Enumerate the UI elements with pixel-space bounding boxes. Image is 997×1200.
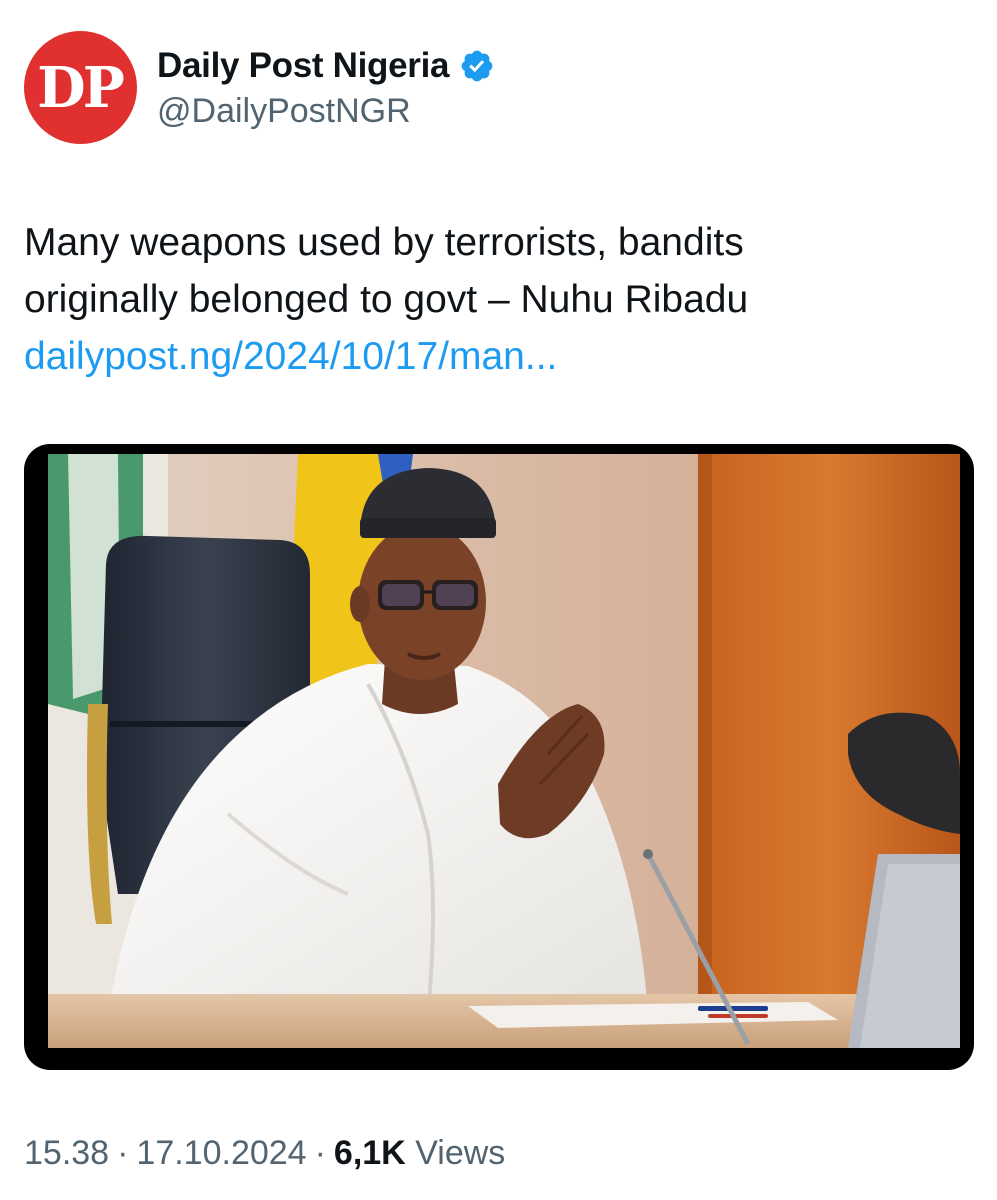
author-name-row: Daily Post Nigeria [157,44,495,88]
tweet-text-line: Many weapons used by terrorists, bandits [24,221,744,264]
views-label: Views [415,1134,506,1172]
article-link[interactable]: dailypost.ng/2024/10/17/man... [24,328,964,385]
photo-illustration [48,454,960,1048]
views-count: 6,1K [333,1134,406,1172]
meta-separator: · [314,1134,326,1172]
tweet-meta: 15.38 · 17.10.2024 · 6,1K Views [24,1134,505,1173]
avatar[interactable]: DP [24,31,137,144]
author-handle[interactable]: @DailyPostNGR [157,92,411,131]
author-display-name[interactable]: Daily Post Nigeria [157,46,450,86]
tweet-photo[interactable] [48,454,960,1048]
meta-separator: · [117,1134,129,1172]
verified-badge-icon [459,48,495,84]
tweet: DP Daily Post Nigeria @DailyPostNGR Many… [0,0,997,1200]
tweet-text-line: originally belonged to govt – Nuhu Ribad… [24,278,749,321]
tweet-text: Many weapons used by terrorists, bandits… [24,214,964,385]
tweet-time[interactable]: 15.38 [24,1134,109,1172]
media-frame[interactable] [24,444,974,1070]
avatar-logo-text: DP [37,54,125,121]
tweet-date[interactable]: 17.10.2024 [136,1134,306,1172]
